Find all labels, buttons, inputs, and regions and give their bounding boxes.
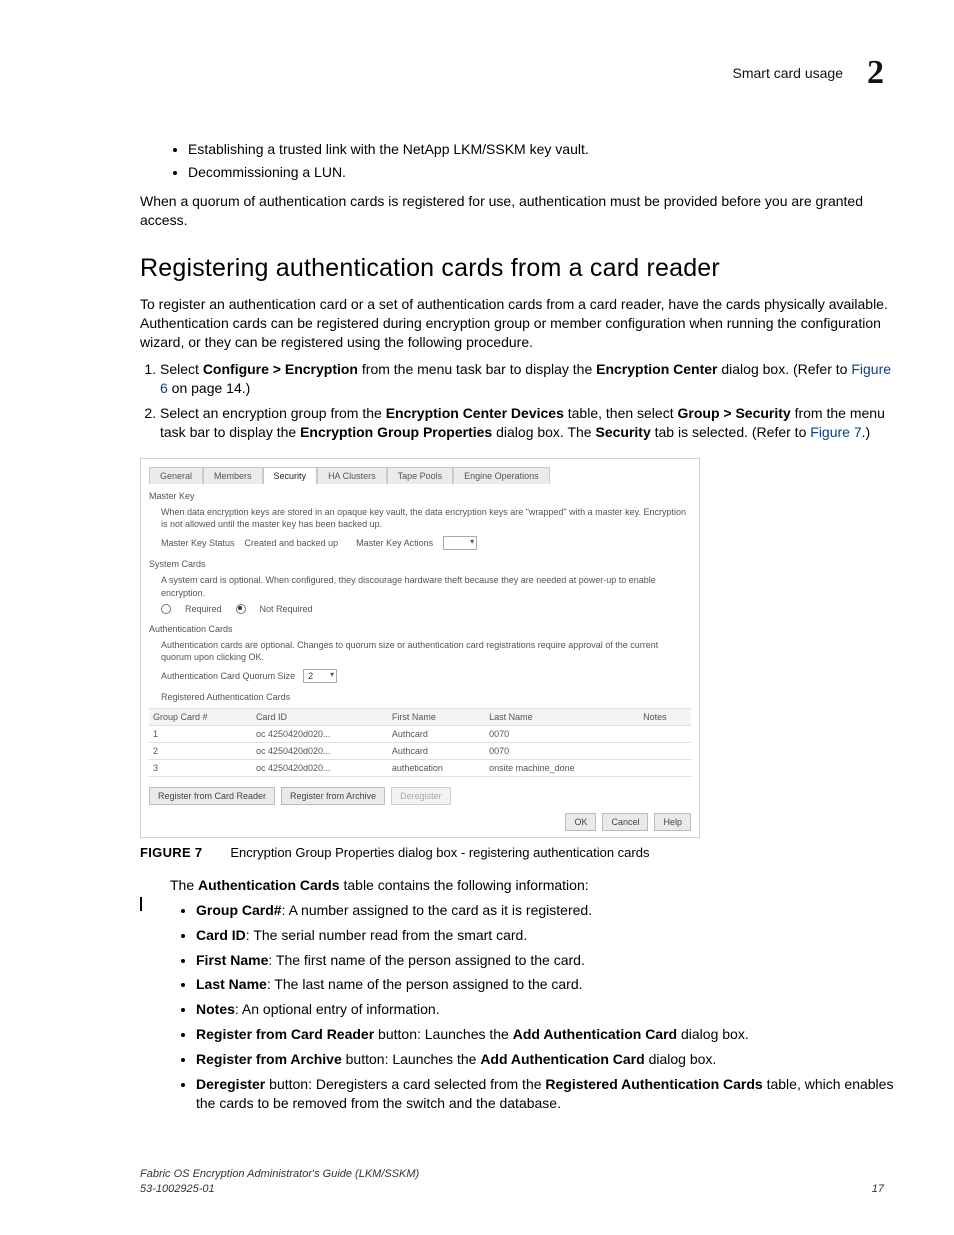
xref-figure-7[interactable]: Figure 7 — [810, 424, 861, 440]
mk-status-value: Created and backed up — [245, 537, 339, 549]
tab-ha-clusters[interactable]: HA Clusters — [317, 467, 387, 484]
col-notes: Notes — [639, 708, 691, 725]
auth-cards-label: Authentication Cards — [149, 623, 691, 635]
col-card-id: Card ID — [252, 708, 388, 725]
page-number: 17 — [872, 1182, 884, 1197]
info-list: Group Card#: A number assigned to the ca… — [140, 901, 894, 1113]
col-first-name: First Name — [388, 708, 485, 725]
tab-bar: General Members Security HA Clusters Tap… — [149, 467, 691, 484]
tab-tape-pools[interactable]: Tape Pools — [387, 467, 454, 484]
mk-status-label: Master Key Status — [161, 537, 235, 549]
deregister-button[interactable]: Deregister — [391, 787, 451, 805]
change-bar-icon — [140, 897, 142, 911]
mk-actions-label: Master Key Actions — [356, 537, 433, 549]
cancel-button[interactable]: Cancel — [602, 813, 648, 831]
radio-not-required-label: Not Required — [260, 603, 313, 615]
tab-members[interactable]: Members — [203, 467, 263, 484]
auth-cards-text: Authentication cards are optional. Chang… — [161, 639, 691, 663]
page: Smart card usage 2 Establishing a truste… — [0, 0, 954, 1235]
register-archive-button[interactable]: Register from Archive — [281, 787, 385, 805]
tab-security[interactable]: Security — [263, 467, 318, 484]
help-button[interactable]: Help — [654, 813, 691, 831]
footer-title: Fabric OS Encryption Administrator's Gui… — [140, 1167, 419, 1182]
master-key-text: When data encryption keys are stored in … — [161, 506, 691, 530]
radio-required[interactable] — [161, 604, 171, 614]
top-bullets: Establishing a trusted link with the Net… — [170, 140, 894, 182]
chapter-number: 2 — [867, 56, 884, 90]
paragraph: When a quorum of authentication cards is… — [140, 192, 894, 230]
register-card-reader-button[interactable]: Register from Card Reader — [149, 787, 275, 805]
tab-general[interactable]: General — [149, 467, 203, 484]
footer-docnum: 53-1002925-01 — [140, 1182, 419, 1197]
table-row[interactable]: 3 oc 4250420d020... authetication onsite… — [149, 759, 691, 776]
table-row[interactable]: 2 oc 4250420d020... Authcard 0070 — [149, 742, 691, 759]
col-last-name: Last Name — [485, 708, 639, 725]
list-item: Notes: An optional entry of information. — [196, 1000, 894, 1019]
radio-not-required[interactable] — [236, 604, 246, 614]
quorum-size-label: Authentication Card Quorum Size — [161, 670, 295, 682]
content: Establishing a trusted link with the Net… — [140, 140, 894, 1113]
page-footer: Fabric OS Encryption Administrator's Gui… — [140, 1167, 884, 1197]
system-cards-text: A system card is optional. When configur… — [161, 574, 691, 598]
paragraph: The Authentication Cards table contains … — [140, 876, 894, 895]
section-heading: Registering authentication cards from a … — [140, 252, 894, 286]
ok-button[interactable]: OK — [565, 813, 596, 831]
dialog-box: General Members Security HA Clusters Tap… — [140, 458, 700, 839]
procedure-steps: Select Configure > Encryption from the m… — [140, 360, 894, 442]
master-key-label: Master Key — [149, 490, 691, 502]
list-item: Register from Archive button: Launches t… — [196, 1050, 894, 1069]
list-item: Establishing a trusted link with the Net… — [188, 140, 894, 159]
list-item: Group Card#: A number assigned to the ca… — [196, 901, 894, 920]
reg-table-label: Registered Authentication Cards — [161, 691, 691, 703]
tab-engine-operations[interactable]: Engine Operations — [453, 467, 550, 484]
list-item: Last Name: The last name of the person a… — [196, 975, 894, 994]
list-item: Register from Card Reader button: Launch… — [196, 1025, 894, 1044]
step-2: Select an encryption group from the Encr… — [160, 404, 894, 442]
step-1: Select Configure > Encryption from the m… — [160, 360, 894, 398]
list-item: First Name: The first name of the person… — [196, 951, 894, 970]
system-cards-label: System Cards — [149, 558, 691, 570]
quorum-size-select[interactable]: 2 — [303, 669, 337, 683]
figure-caption: FIGURE 7 Encryption Group Properties dial… — [140, 844, 894, 862]
paragraph: To register an authentication card or a … — [140, 295, 894, 352]
list-item: Card ID: The serial number read from the… — [196, 926, 894, 945]
list-item: Deregister button: Deregisters a card se… — [196, 1075, 894, 1113]
header-section: Smart card usage — [733, 64, 844, 83]
col-group-card: Group Card # — [149, 708, 252, 725]
figure-7: General Members Security HA Clusters Tap… — [140, 458, 894, 862]
figure-label: FIGURE 7 — [140, 845, 202, 860]
radio-required-label: Required — [185, 603, 222, 615]
figure-caption-text: Encryption Group Properties dialog box -… — [230, 845, 649, 860]
list-item: Decommissioning a LUN. — [188, 163, 894, 182]
auth-cards-table: Group Card # Card ID First Name Last Nam… — [149, 708, 691, 778]
table-row[interactable]: 1 oc 4250420d020... Authcard 0070 — [149, 725, 691, 742]
mk-actions-select[interactable] — [443, 536, 477, 550]
running-header: Smart card usage 2 — [733, 56, 885, 90]
